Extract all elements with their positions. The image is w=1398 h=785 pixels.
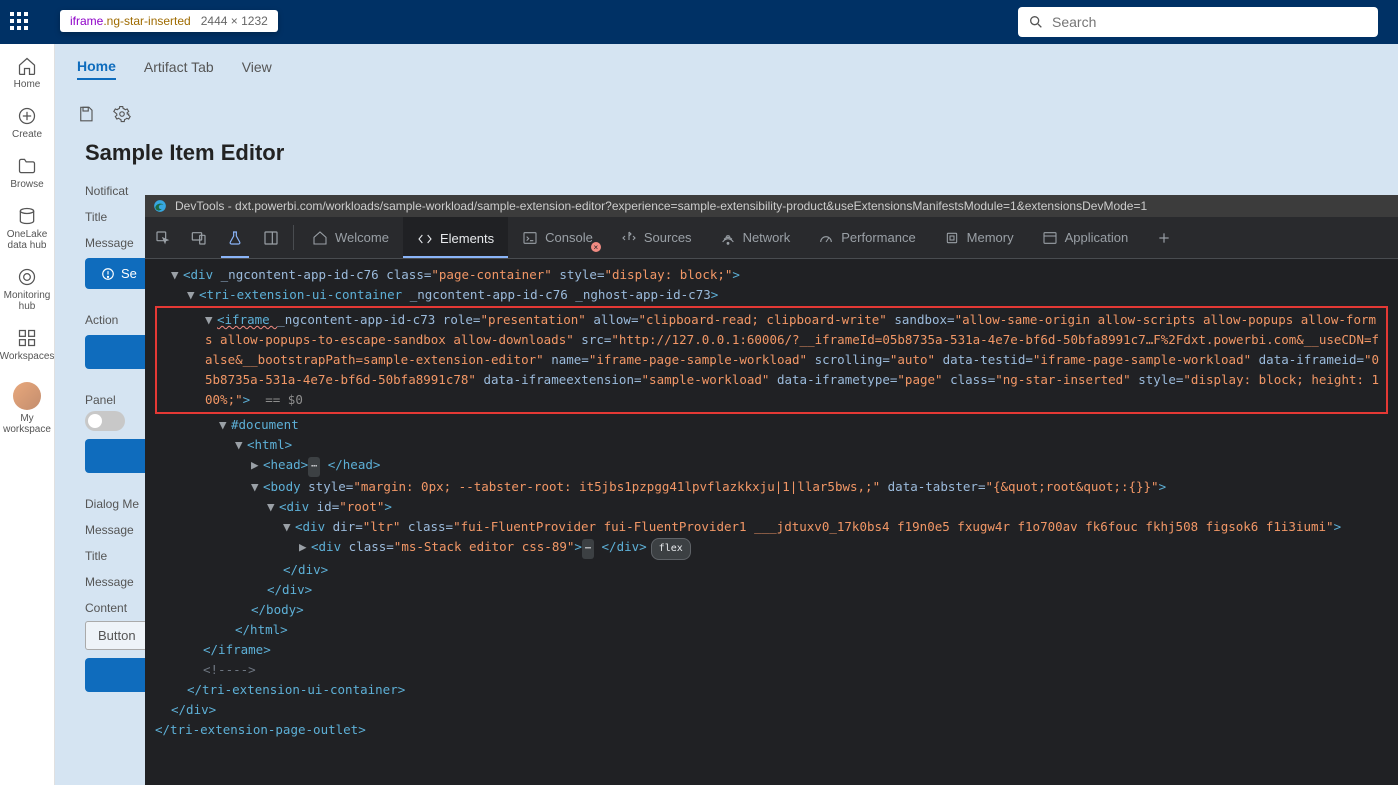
- search-input[interactable]: [1052, 14, 1368, 30]
- elements-tree[interactable]: ▼<div _ngcontent-app-id-c76 class="page-…: [145, 259, 1398, 785]
- toolbar: [55, 94, 1398, 134]
- editor-heading: Sample Item Editor: [85, 140, 1368, 166]
- tab-add[interactable]: [1142, 217, 1186, 258]
- tab-memory[interactable]: Memory: [930, 217, 1028, 258]
- tab-performance[interactable]: Performance: [804, 217, 929, 258]
- sidebar-item-monitoring[interactable]: Monitoring hub: [2, 265, 52, 314]
- tab-network[interactable]: Network: [706, 217, 805, 258]
- devtools-tabs: Welcome Elements Console× Sources Networ…: [145, 217, 1398, 259]
- panel-toggle[interactable]: [85, 411, 125, 431]
- tab-application[interactable]: Application: [1028, 217, 1143, 258]
- save-icon[interactable]: [77, 105, 95, 123]
- tab-elements[interactable]: Elements: [403, 217, 508, 258]
- dock-tool-icon[interactable]: [253, 217, 289, 258]
- inspect-tooltip: iframe.ng-star-inserted 2444 × 1232: [60, 10, 278, 32]
- error-badge-icon: ×: [591, 242, 601, 252]
- app-launcher-icon[interactable]: [10, 12, 30, 32]
- search-box[interactable]: [1018, 7, 1378, 37]
- devtools-header: DevTools - dxt.powerbi.com/workloads/sam…: [145, 195, 1398, 217]
- inspect-tool-icon[interactable]: [145, 217, 181, 258]
- sidebar-item-my-workspace[interactable]: My workspace: [2, 376, 52, 437]
- sidebar-item-workspaces[interactable]: Workspaces: [2, 326, 52, 364]
- sidebar-item-home[interactable]: Home: [2, 54, 52, 92]
- flask-tool-icon[interactable]: [217, 217, 253, 258]
- highlighted-iframe-node[interactable]: ▼<iframe _ngcontent-app-id-c73 role="pre…: [155, 306, 1388, 414]
- tab-home[interactable]: Home: [77, 58, 116, 80]
- edge-icon: [153, 199, 167, 213]
- sidebar-item-onelake[interactable]: OneLake data hub: [2, 204, 52, 253]
- devtools-url: DevTools - dxt.powerbi.com/workloads/sam…: [175, 199, 1147, 213]
- tab-view[interactable]: View: [242, 59, 272, 79]
- tab-console[interactable]: Console×: [508, 217, 607, 258]
- left-sidebar: Home Create Browse OneLake data hub Moni…: [0, 44, 55, 785]
- flex-badge[interactable]: flex: [651, 538, 691, 560]
- send-button[interactable]: Se: [85, 258, 153, 289]
- tab-welcome[interactable]: Welcome: [298, 217, 403, 258]
- tabs: Home Artifact Tab View: [55, 44, 1398, 94]
- avatar: [13, 382, 41, 410]
- sidebar-item-create[interactable]: Create: [2, 104, 52, 142]
- tab-artifact[interactable]: Artifact Tab: [144, 59, 214, 79]
- tab-sources[interactable]: Sources: [607, 217, 706, 258]
- device-tool-icon[interactable]: [181, 217, 217, 258]
- search-icon: [1028, 14, 1044, 30]
- sidebar-item-browse[interactable]: Browse: [2, 154, 52, 192]
- devtools-panel: DevTools - dxt.powerbi.com/workloads/sam…: [145, 195, 1398, 785]
- gear-icon[interactable]: [113, 105, 131, 123]
